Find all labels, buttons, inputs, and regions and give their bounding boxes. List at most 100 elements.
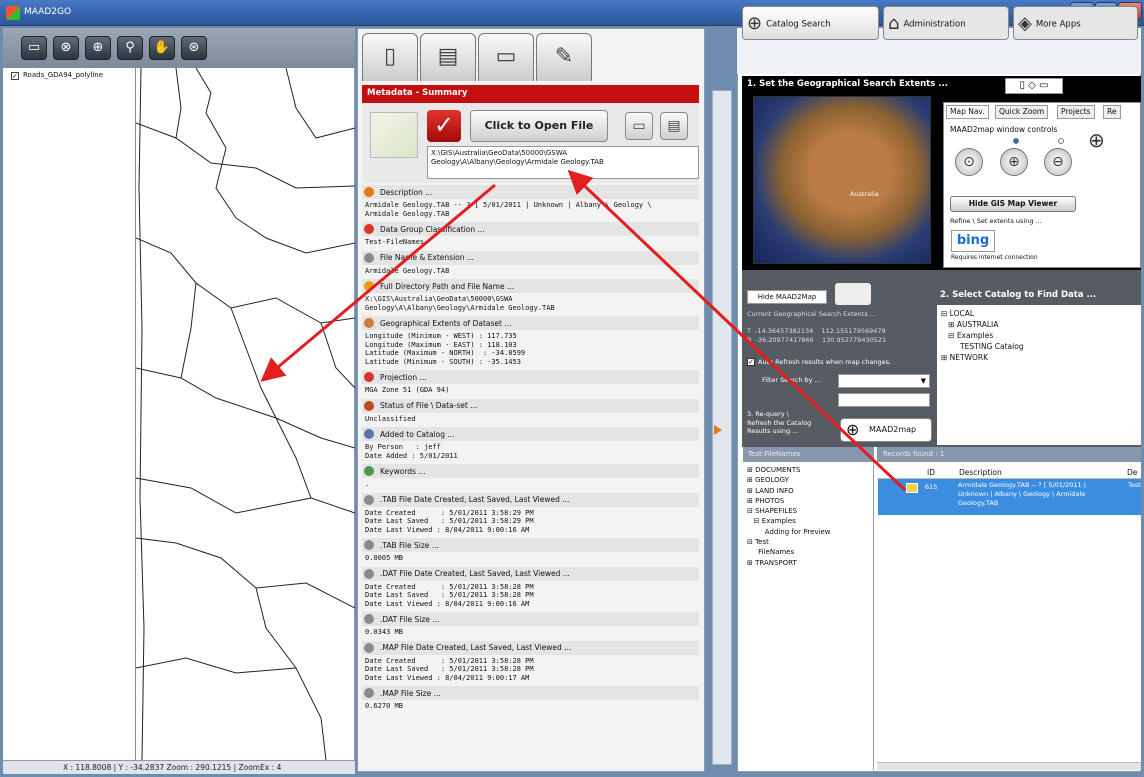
satellite-map[interactable] (753, 96, 931, 264)
col-id[interactable]: ID (927, 466, 935, 479)
home-icon: ⌂ (888, 13, 900, 34)
hide-maad2map-button[interactable]: Hide MAAD2Map (747, 290, 827, 304)
app-icon (6, 6, 20, 20)
mapnav-label: MAAD2map window controls (950, 125, 1058, 134)
expand-arrow-icon[interactable] (714, 425, 722, 435)
tab-quick-zoom[interactable]: Quick Zoom (995, 105, 1049, 119)
file-path-box[interactable]: X:\GIS\Australia\GeoData\50000\GSWA Geol… (427, 146, 699, 179)
section-header[interactable]: .TAB File Size ... (362, 538, 699, 552)
status-bar: X : 118.8008 | Y : -34.2837 Zoom : 290.1… (3, 760, 355, 774)
image-tab-icon[interactable]: ▭ (478, 33, 534, 81)
section-title: Geographical Extents of Dataset ... (380, 318, 512, 328)
section-header[interactable]: File Name & Extension ... (362, 250, 699, 265)
section-header[interactable]: .MAP File Date Created, Last Saved, Last… (362, 640, 699, 655)
open-file-button[interactable]: Click to Open File (470, 110, 608, 142)
tab-catalog-search[interactable]: ⊕ Catalog Search (742, 6, 879, 40)
group-tree[interactable]: ⊞ DOCUMENTS ⊞ GEOLOGY ⊞ LAND INFO ⊞ PHOT… (743, 462, 874, 770)
zoom-in-icon[interactable]: ⊕ (1000, 148, 1028, 176)
globe-nav-icon[interactable]: ⊕ (1088, 128, 1105, 152)
section-header[interactable]: .TAB File Date Created, Last Saved, Last… (362, 492, 699, 507)
filter-label: Filter Search by ... (762, 376, 821, 384)
section-header[interactable]: Keywords ... (362, 464, 699, 478)
section-header[interactable]: Added to Catalog ... (362, 427, 699, 441)
filter-input[interactable] (838, 393, 930, 407)
section-header[interactable]: Status of File \ Data-set ... (362, 398, 699, 413)
summary-tab-icon[interactable]: ▯ (362, 33, 418, 81)
briefcase-icon[interactable]: ▭ (625, 112, 653, 140)
filter-select[interactable]: ▼ (838, 374, 930, 388)
group-header: Test-FileNames (743, 447, 874, 462)
section-title: Keywords ... (380, 466, 426, 476)
clear-icon[interactable]: ⊗ (53, 36, 79, 60)
pan-hand-icon[interactable]: ✋ (149, 36, 175, 60)
section-header[interactable]: .DAT File Date Created, Last Saved, Last… (362, 566, 699, 581)
col-extra[interactable]: De (1127, 466, 1137, 479)
section-value: X:\GIS\Australia\GeoData\50000\GSWA Geol… (365, 295, 555, 312)
zoom-out-icon[interactable]: ⊖ (1044, 148, 1072, 176)
folder-icon[interactable]: ▭ (21, 36, 47, 60)
zoom-icon[interactable]: ⚲ (117, 36, 143, 60)
hide-gis-button[interactable]: Hide GIS Map Viewer (950, 196, 1076, 212)
check-icon[interactable]: ✓ (427, 110, 461, 142)
section-header[interactable]: Description ... (362, 185, 699, 199)
layer-checkbox[interactable]: ✓ (11, 72, 19, 80)
tab-re[interactable]: Re (1103, 105, 1121, 119)
road-map-canvas[interactable] (136, 68, 355, 760)
edit-tab-icon[interactable]: ✎ (536, 33, 592, 81)
section-icon (364, 400, 374, 411)
chevron-down-icon: ▼ (920, 377, 926, 385)
tab-more-apps[interactable]: ◈ More Apps (1013, 6, 1138, 40)
bing-logo[interactable]: bing (951, 230, 995, 252)
section-icon (364, 568, 374, 579)
section-title: Added to Catalog ... (380, 429, 455, 439)
tab-map-nav[interactable]: Map Nav. (946, 105, 989, 119)
zoom-extent-icon[interactable]: ⊙ (955, 148, 983, 176)
tab-projects[interactable]: Projects (1057, 105, 1095, 119)
section-header[interactable]: Geographical Extents of Dataset ... (362, 316, 699, 330)
section-title: File Name & Extension ... (380, 253, 475, 262)
maad2map-button[interactable]: ⊕ MAAD2map (840, 418, 932, 442)
globe-icon: ⊕ (846, 420, 860, 439)
section-value: 0.0343 MB (365, 628, 403, 636)
radio-1[interactable] (1013, 138, 1019, 144)
auto-refresh-checkbox[interactable]: ✓ (747, 358, 755, 366)
section-value: Date Created : 5/01/2011 3:58:28 PM Date… (365, 656, 534, 682)
horizontal-scrollbar[interactable] (877, 762, 1141, 770)
select-catalog-title: 2. Select Catalog to Find Data ... (940, 290, 1097, 300)
world-icon[interactable]: ⊛ (181, 36, 207, 60)
section-header[interactable]: .MAP File Size ... (362, 686, 699, 700)
requery-label: 3. Re-query \ Refresh the Catalog Result… (747, 410, 812, 435)
section-header[interactable]: Data Group Classification ... (362, 222, 699, 236)
globe-icon: ⊕ (747, 13, 763, 34)
catalog-tools-icon[interactable] (835, 283, 871, 305)
metadata-list: Description ... Armidale Geology.TAB -- ?… (362, 184, 699, 768)
section-icon (364, 429, 374, 439)
record-description: Armidale Geology.TAB -- ? [ 5/01/2011 | … (958, 481, 1086, 507)
report-tab-icon[interactable]: ▤ (420, 33, 476, 81)
section-value: 0.6270 MB (365, 702, 403, 710)
section-value: Unclassified (365, 414, 416, 423)
catalog-tree[interactable]: ⊟ LOCAL ⊞ AUSTRALIA ⊟ Examples TESTING C… (937, 305, 1141, 445)
section-header[interactable]: Projection ... (362, 370, 699, 384)
layer-list: ✓ Roads_GDA94_polyline (3, 68, 136, 760)
section-icon (364, 281, 374, 291)
section-title: Data Group Classification ... (380, 224, 485, 234)
internet-note: Requires internet connection (951, 254, 1038, 261)
print-icon[interactable]: ▤ (660, 112, 688, 140)
record-extra: Test (1128, 481, 1141, 489)
section-title: Projection ... (380, 372, 427, 382)
section-icon (364, 187, 374, 197)
radio-2[interactable] (1058, 138, 1064, 144)
section-icon (364, 614, 374, 624)
refine-label: Refine \ Set extents using ... (950, 217, 1042, 225)
section-value: Armidale Geology.TAB (365, 266, 450, 275)
section-value: Longitude (Minimum - WEST) : 117.735 Lon… (365, 332, 526, 366)
geo-tool-icons[interactable]: ▯ ◇ ▭ (1005, 78, 1063, 94)
section-header[interactable]: .DAT File Size ... (362, 612, 699, 626)
tab-administration[interactable]: ⌂ Administration (883, 6, 1009, 40)
metadata-header: Metadata - Summary (362, 85, 699, 103)
col-description[interactable]: Description (959, 466, 1002, 479)
section-header[interactable]: Full Directory Path and File Name ... (362, 279, 699, 293)
globe-icon[interactable]: ⊕ (85, 36, 111, 60)
record-row[interactable]: 615 Armidale Geology.TAB -- ? [ 5/01/201… (878, 479, 1141, 515)
